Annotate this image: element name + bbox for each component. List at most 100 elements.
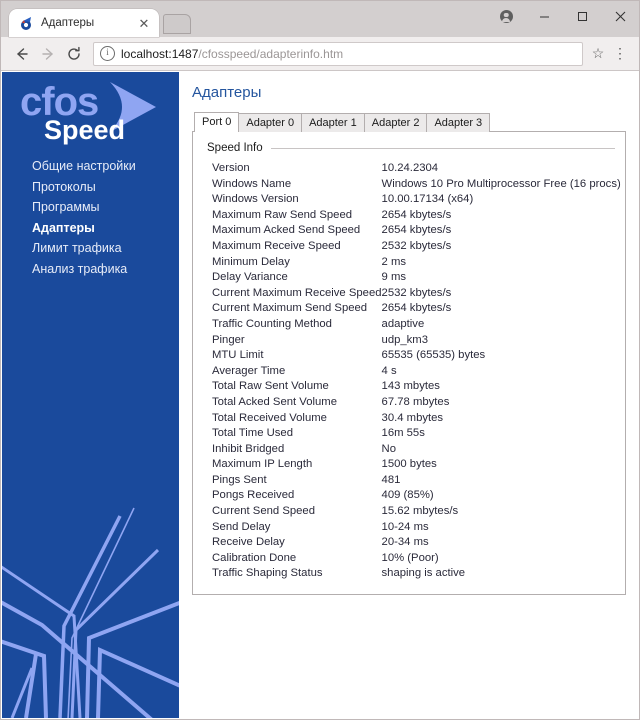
- window-close-button[interactable]: [601, 1, 639, 31]
- sidebar-item-general[interactable]: Общие настройки: [32, 156, 179, 177]
- info-key: Windows Name: [212, 177, 292, 190]
- back-button[interactable]: [9, 41, 35, 67]
- info-value: 2532 kbytes/s: [381, 286, 452, 299]
- sidebar-item-protocols[interactable]: Протоколы: [32, 177, 179, 198]
- table-row: Current Maximum Receive Speed 2532 kbytes…: [212, 286, 621, 302]
- site-info-icon[interactable]: [100, 46, 115, 61]
- info-value: 2 ms: [381, 255, 407, 268]
- browser-tab[interactable]: Адаптеры ✕: [9, 9, 159, 37]
- window-controls: [487, 1, 639, 31]
- tab-adapter-1[interactable]: Adapter 1: [301, 113, 365, 132]
- cfos-speed-logo-svg: cfos Speed: [20, 80, 156, 145]
- new-tab-button[interactable]: [163, 14, 191, 34]
- info-key: Delay Variance: [212, 271, 288, 284]
- url-host: localhost:1487: [121, 46, 199, 61]
- info-value: 9 ms: [381, 271, 407, 284]
- sidebar: cfos Speed Общие настройки Протоколы Про…: [2, 72, 179, 718]
- info-key: Total Raw Sent Volume: [212, 380, 329, 393]
- browser-window: Адаптеры ✕ i localhost:1487/cfosspeed/ad…: [0, 0, 640, 720]
- sidebar-item-traffic-analysis[interactable]: Анализ трафика: [32, 259, 179, 280]
- info-value: 2654 kbytes/s: [381, 302, 452, 315]
- info-value: 10% (Poor): [381, 551, 439, 564]
- address-bar[interactable]: localhost:1487/cfosspeed/adapterinfo.htm: [93, 41, 583, 66]
- info-value: 10.00.17134 (x64): [381, 193, 474, 206]
- table-row: Calibration Done 10% (Poor): [212, 551, 621, 567]
- info-key: Maximum Receive Speed: [212, 239, 341, 252]
- table-row: Traffic Counting Method adaptive: [212, 317, 621, 333]
- browser-tab-title: Адаптеры: [41, 17, 95, 29]
- close-icon[interactable]: ✕: [135, 14, 153, 32]
- info-value: Windows 10 Pro Multiprocessor Free (16 p…: [381, 177, 621, 190]
- info-key: Maximum Acked Send Speed: [212, 224, 361, 237]
- close-icon: [615, 11, 625, 21]
- info-key: Current Send Speed: [212, 505, 315, 518]
- adapter-tabs: Port 0 Adapter 0 Adapter 1 Adapter 2 Ada…: [194, 112, 626, 132]
- info-value: 16m 55s: [381, 427, 425, 440]
- tab-adapter-3[interactable]: Adapter 3: [426, 113, 491, 132]
- info-key: Version: [212, 162, 250, 174]
- maximize-button[interactable]: [563, 1, 601, 31]
- table-row: Maximum Acked Send Speed 2654 kbytes/s: [212, 223, 621, 239]
- info-key: Inhibit Bridged: [212, 442, 285, 455]
- speed-info-panel: Speed Info Version 10.24.2304 Windows Name…: [192, 131, 626, 596]
- sidebar-item-traffic-limit[interactable]: Лимит трафика: [32, 238, 179, 259]
- url-text: localhost:1487/cfosspeed/adapterinfo.htm: [121, 47, 343, 61]
- info-value: 2532 kbytes/s: [381, 239, 452, 252]
- info-key: Traffic Counting Method: [212, 317, 332, 330]
- table-row: Send Delay 10-24 ms: [212, 520, 621, 536]
- info-key: Calibration Done: [212, 551, 297, 564]
- info-value: 2654 kbytes/s: [381, 224, 452, 237]
- browser-menu-icon[interactable]: ⋮: [609, 42, 631, 66]
- tab-port-0[interactable]: Port 0: [194, 112, 240, 132]
- info-key: Receive Delay: [212, 536, 285, 549]
- browser-tabstrip: Адаптеры ✕: [1, 1, 191, 37]
- info-key: Windows Version: [212, 193, 299, 206]
- table-row: Inhibit Bridged No: [212, 442, 621, 458]
- sidebar-item-programs[interactable]: Программы: [32, 197, 179, 218]
- info-key: Send Delay: [212, 520, 271, 533]
- maximize-icon: [577, 11, 587, 21]
- cfosspeed-favicon: [19, 16, 34, 31]
- bookmark-star-icon[interactable]: ☆: [587, 42, 609, 66]
- info-value: 143 mbytes: [381, 380, 440, 393]
- arrow-right-icon: [42, 47, 53, 60]
- info-value: 10-24 ms: [381, 520, 429, 533]
- tab-adapter-0[interactable]: Adapter 0: [238, 113, 303, 132]
- info-key: Averager Time: [212, 364, 286, 377]
- info-key: Total Acked Sent Volume: [212, 395, 337, 408]
- info-key: Current Maximum Send Speed: [212, 302, 368, 315]
- info-value: 409 (85%): [381, 489, 434, 502]
- table-row: Windows Version 10.00.17134 (x64): [212, 192, 621, 208]
- info-key: Minimum Delay: [212, 255, 290, 268]
- info-value: shaping is active: [381, 567, 466, 580]
- reload-button[interactable]: [61, 41, 87, 67]
- table-row: Maximum IP Length 1500 bytes: [212, 457, 621, 473]
- page-body: cfos Speed Общие настройки Протоколы Про…: [2, 72, 638, 718]
- profile-button[interactable]: [487, 1, 525, 31]
- speed-info-table: Version 10.24.2304 Windows Name Windows 10 …: [212, 161, 621, 582]
- info-value: No: [381, 442, 396, 455]
- info-value: 20-34 ms: [381, 536, 429, 549]
- table-row: Pongs Received 409 (85%): [212, 488, 621, 504]
- browser-toolbar: localhost:1487/cfosspeed/adapterinfo.htm…: [1, 37, 639, 71]
- table-row: Minimum Delay 2 ms: [212, 255, 621, 271]
- sidebar-nav: Общие настройки Протоколы Программы Адап…: [2, 156, 179, 279]
- forward-button[interactable]: [35, 41, 61, 67]
- table-row: Total Received Volume 30.4 mbytes: [212, 411, 621, 427]
- table-row: Current Maximum Send Speed 2654 kbytes/s: [212, 301, 621, 317]
- info-key: Current Maximum Receive Speed: [212, 286, 382, 299]
- info-value: 4 s: [381, 364, 397, 377]
- tab-adapter-2[interactable]: Adapter 2: [363, 113, 428, 132]
- minimize-icon: [539, 16, 549, 17]
- sidebar-item-adapters[interactable]: Адаптеры: [32, 218, 179, 239]
- table-row: Total Time Used 16m 55s: [212, 426, 621, 442]
- table-row: Receive Delay 20-34 ms: [212, 535, 621, 551]
- info-value: 67.78 mbytes: [381, 395, 450, 408]
- info-key: Total Time Used: [212, 427, 293, 440]
- info-value: adaptive: [381, 317, 425, 330]
- info-value: 65535 (65535) bytes: [381, 349, 486, 362]
- info-value: 481: [381, 473, 401, 486]
- reload-icon: [68, 46, 80, 60]
- minimize-button[interactable]: [525, 1, 563, 31]
- url-path: /cfosspeed/adapterinfo.htm: [198, 46, 344, 61]
